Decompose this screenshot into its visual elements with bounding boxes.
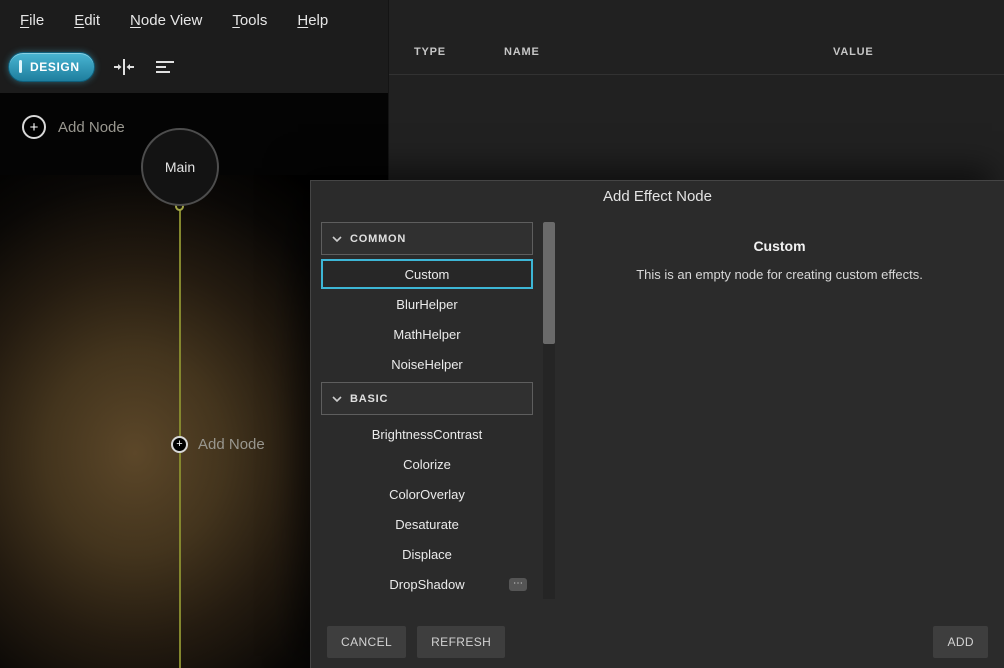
dialog-footer: CANCEL REFRESH ADD — [327, 626, 988, 658]
application-window: File Edit Node View Tools Help DESIGN — [0, 0, 1004, 668]
list-item-label: DropShadow — [389, 577, 464, 592]
main-node-label: Main — [165, 159, 195, 175]
design-indicator-icon — [19, 60, 22, 73]
menu-help[interactable]: Help — [297, 12, 328, 29]
top-bar: File Edit Node View Tools Help DESIGN — [0, 0, 388, 93]
column-header-type: TYPE — [414, 46, 446, 58]
menu-tools[interactable]: Tools — [232, 12, 267, 29]
section-label: BASIC — [350, 393, 388, 405]
list-scrollbar-track[interactable] — [543, 222, 555, 599]
list-scrollbar-thumb[interactable] — [543, 222, 555, 344]
column-header-name: NAME — [504, 46, 540, 58]
more-options-icon[interactable]: ⋯ — [509, 578, 527, 591]
effect-detail-panel: Custom This is an empty node for creatin… — [571, 226, 988, 282]
dialog-title: Add Effect Node — [311, 188, 1004, 205]
main-node[interactable]: Main — [141, 128, 219, 206]
add-node-button-top[interactable]: + Add Node — [22, 115, 125, 139]
plus-icon: + — [22, 115, 46, 139]
list-item-displace[interactable]: Displace — [321, 539, 533, 569]
refresh-button[interactable]: REFRESH — [417, 626, 505, 658]
menu-edit[interactable]: Edit — [74, 12, 100, 29]
list-item-brightnesscontrast[interactable]: BrightnessContrast — [321, 419, 533, 449]
toolbar: DESIGN — [0, 40, 388, 93]
fit-to-center-button[interactable] — [111, 56, 137, 78]
add-node-label: Add Node — [198, 436, 265, 453]
menu-file[interactable]: File — [20, 12, 44, 29]
add-effect-node-dialog: Add Effect Node COMMON Custom BlurHelper… — [310, 180, 1004, 668]
design-mode-button[interactable]: DESIGN — [8, 52, 95, 82]
section-label: COMMON — [350, 233, 406, 245]
list-item-dropshadow[interactable]: DropShadow ⋯ — [321, 569, 533, 599]
effect-list: COMMON Custom BlurHelper MathHelper Nois… — [321, 222, 533, 599]
chevron-down-icon — [332, 396, 342, 402]
add-node-button-mid[interactable]: + Add Node — [171, 436, 265, 453]
design-button-label: DESIGN — [30, 60, 80, 74]
list-item-noisehelper[interactable]: NoiseHelper — [321, 349, 533, 379]
effect-detail-description: This is an empty node for creating custo… — [571, 267, 988, 282]
section-header-basic[interactable]: BASIC — [321, 382, 533, 415]
add-node-label: Add Node — [58, 119, 125, 136]
align-lines-icon — [155, 59, 175, 75]
chevron-down-icon — [332, 236, 342, 242]
add-button[interactable]: ADD — [933, 626, 988, 658]
list-item-mathhelper[interactable]: MathHelper — [321, 319, 533, 349]
list-item-custom[interactable]: Custom — [321, 259, 533, 289]
cancel-button[interactable]: CANCEL — [327, 626, 406, 658]
column-header-value: VALUE — [833, 46, 873, 58]
menu-bar: File Edit Node View Tools Help — [0, 0, 388, 40]
list-item-desaturate[interactable]: Desaturate — [321, 509, 533, 539]
effect-detail-title: Custom — [571, 226, 988, 254]
list-item-coloroverlay[interactable]: ColorOverlay — [321, 479, 533, 509]
menu-node-view[interactable]: Node View — [130, 12, 202, 29]
plus-icon: + — [171, 436, 188, 453]
list-item-blurhelper[interactable]: BlurHelper — [321, 289, 533, 319]
list-item-colorize[interactable]: Colorize — [321, 449, 533, 479]
collapse-horizontal-icon — [113, 58, 135, 76]
table-header-divider — [389, 74, 1004, 75]
section-header-common[interactable]: COMMON — [321, 222, 533, 255]
layout-lines-button[interactable] — [153, 57, 177, 77]
